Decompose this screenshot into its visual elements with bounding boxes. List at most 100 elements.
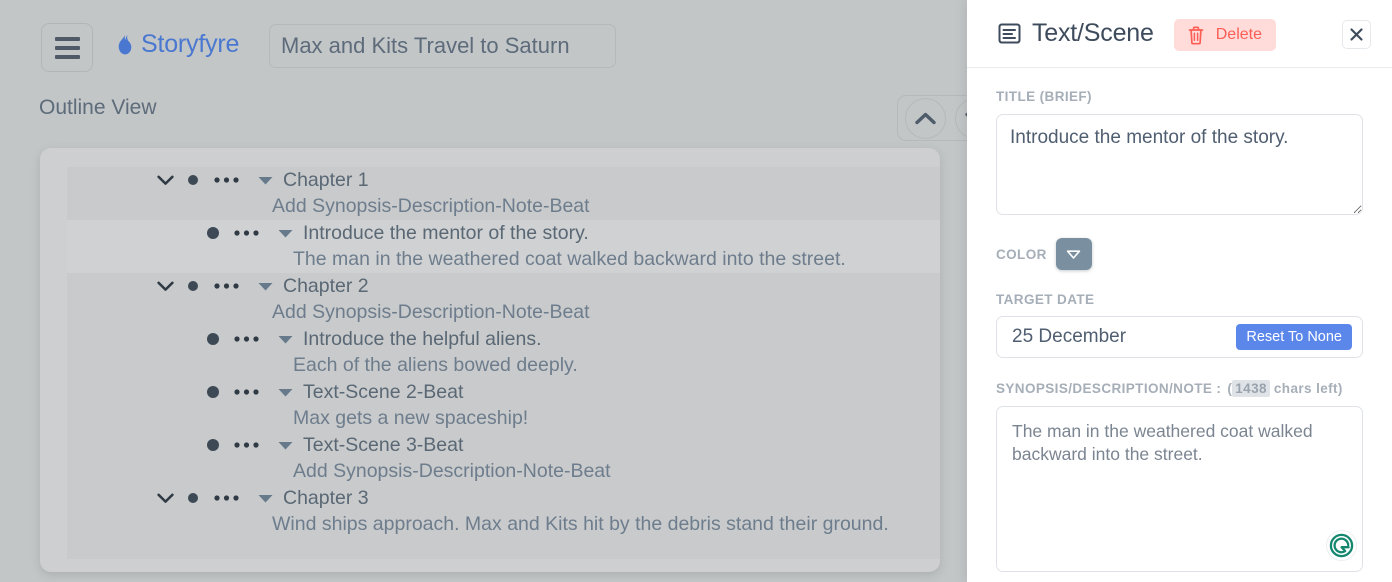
title-field-label: TITLE (brief) [996, 89, 1092, 104]
synopsis-textarea[interactable] [996, 406, 1363, 572]
row-bullet-icon[interactable] [179, 491, 207, 505]
table-row[interactable]: Text-Scene 3-Beat [67, 432, 940, 459]
table-row[interactable]: Text-Scene 2-Beat [67, 379, 940, 406]
top-bar: Storyfyre [0, 0, 967, 92]
collapse-all-button[interactable] [905, 97, 946, 139]
row-more-options-icon[interactable] [227, 229, 267, 237]
row-bullet-icon[interactable] [179, 173, 207, 187]
table-row[interactable]: Chapter 3 [67, 485, 940, 512]
panel-title: Text/Scene [1032, 19, 1154, 47]
brand-logo[interactable]: Storyfyre [116, 30, 239, 59]
target-date-value: 25 December [1012, 326, 1127, 347]
row-subtext-label: Wind ships approach. Max and Kits hit by… [272, 513, 889, 536]
color-field-label: COLOR [996, 246, 1047, 262]
hamburger-menu-icon[interactable] [41, 23, 93, 72]
row-subtext-label: Add Synopsis-Description-Note-Beat [272, 301, 590, 324]
row-subtext[interactable]: Add Synopsis-Description-Note-Beat [67, 459, 940, 486]
row-icon-group [199, 226, 303, 240]
close-panel-button[interactable] [1342, 20, 1371, 49]
row-icon-group [199, 438, 303, 452]
row-menu-triangle-icon[interactable] [267, 228, 303, 239]
row-menu-triangle-icon[interactable] [267, 387, 303, 398]
trash-icon [1188, 25, 1204, 45]
row-more-options-icon[interactable] [227, 441, 267, 449]
row-subtext-label: The man in the weathered coat walked bac… [293, 248, 846, 271]
row-bullet-icon[interactable] [179, 279, 207, 293]
panel-body: TITLE (brief) COLOR TARGET DATE 25 Decem… [967, 89, 1392, 577]
row-icon-group [199, 385, 303, 399]
project-title-input[interactable] [269, 24, 616, 68]
table-row[interactable]: Introduce the mentor of the story. [67, 220, 940, 247]
table-row[interactable]: Introduce the helpful aliens. [67, 326, 940, 353]
grammarly-icon[interactable] [1326, 530, 1357, 561]
panel-header: Text/Scene Delete [967, 0, 1392, 68]
synopsis-label-text: SYNOPSIS/DESCRIPTION/NOTE : [996, 381, 1222, 396]
row-subtext[interactable]: Add Synopsis-Description-Note-Beat [67, 194, 940, 221]
row-menu-triangle-icon[interactable] [247, 175, 283, 186]
row-more-options-icon[interactable] [207, 282, 247, 290]
row-subtext-label: Max gets a new spaceship! [293, 407, 529, 430]
color-dropdown-button[interactable] [1055, 238, 1092, 270]
hamburger-bar [54, 36, 80, 41]
delete-button[interactable]: Delete [1173, 19, 1276, 51]
row-label: Introduce the mentor of the story. [303, 221, 589, 244]
row-more-options-icon[interactable] [227, 335, 267, 343]
synopsis-field-label: SYNOPSIS/DESCRIPTION/NOTE : ( 1438 chars… [996, 380, 1363, 397]
row-menu-triangle-icon[interactable] [247, 281, 283, 292]
row-more-options-icon[interactable] [207, 494, 247, 502]
row-menu-triangle-icon[interactable] [267, 334, 303, 345]
text-scene-detail-panel: Text/Scene Delete TITLE (brief) [967, 0, 1392, 582]
row-subtext[interactable]: Wind ships approach. Max and Kits hit by… [67, 512, 940, 539]
row-bullet-icon[interactable] [199, 438, 227, 452]
row-icon-group [151, 491, 283, 505]
table-row[interactable]: Chapter 1 [67, 167, 940, 194]
reset-to-none-button[interactable]: Reset To None [1236, 324, 1352, 350]
row-label: Text-Scene 2-Beat [303, 380, 464, 403]
row-more-options-icon[interactable] [227, 388, 267, 396]
color-field-row: COLOR [996, 238, 1363, 270]
document-lines-icon [998, 23, 1021, 44]
grammarly-glyph [1329, 533, 1354, 558]
close-icon [1350, 28, 1363, 41]
row-subtext-label: Each of the aliens bowed deeply. [293, 354, 578, 377]
chars-left-count: 1438 [1232, 380, 1270, 397]
row-subtext[interactable]: Add Synopsis-Description-Note-Beat [67, 300, 940, 327]
row-icon-group [151, 173, 283, 187]
flame-icon [118, 32, 132, 54]
row-collapse-chevron-icon[interactable] [151, 281, 179, 292]
row-bullet-icon[interactable] [199, 226, 227, 240]
row-subtext-label: Add Synopsis-Description-Note-Beat [272, 195, 590, 218]
row-menu-triangle-icon[interactable] [267, 440, 303, 451]
hamburger-bar [54, 45, 80, 50]
hamburger-bar [54, 54, 80, 59]
row-subtext[interactable]: Each of the aliens bowed deeply. [67, 353, 940, 380]
row-more-options-icon[interactable] [207, 176, 247, 184]
row-bullet-icon[interactable] [199, 332, 227, 346]
row-collapse-chevron-icon[interactable] [151, 493, 179, 504]
row-subtext[interactable]: The man in the weathered coat walked bac… [67, 246, 940, 273]
row-icon-group [151, 279, 283, 293]
table-row[interactable]: Chapter 2 [67, 273, 940, 300]
chars-left-suffix: chars left) [1273, 381, 1343, 396]
app-root: Storyfyre Outline View Chapter 1 Add Syno… [0, 0, 1392, 582]
target-date-field[interactable]: 25 December Reset To None [996, 316, 1363, 358]
row-label: Chapter 1 [283, 168, 369, 191]
target-date-label: TARGET DATE [996, 292, 1095, 307]
outline-tree: Chapter 1 Add Synopsis-Description-Note-B… [67, 167, 940, 559]
delete-button-label: Delete [1215, 26, 1262, 43]
row-collapse-chevron-icon[interactable] [151, 175, 179, 186]
row-label: Chapter 2 [283, 274, 369, 297]
row-menu-triangle-icon[interactable] [247, 493, 283, 504]
title-textarea[interactable] [996, 114, 1363, 215]
page-title: Outline View [39, 96, 157, 119]
outline-card: Chapter 1 Add Synopsis-Description-Note-B… [40, 148, 940, 572]
row-label: Introduce the helpful aliens. [303, 327, 542, 350]
brand-name: Storyfyre [141, 30, 240, 58]
chevron-down-icon [1067, 249, 1081, 259]
row-icon-group [199, 332, 303, 346]
row-label: Chapter 3 [283, 486, 369, 509]
row-label: Text-Scene 3-Beat [303, 433, 464, 456]
row-subtext-label: Add Synopsis-Description-Note-Beat [293, 460, 611, 483]
row-bullet-icon[interactable] [199, 385, 227, 399]
row-subtext[interactable]: Max gets a new spaceship! [67, 406, 940, 433]
